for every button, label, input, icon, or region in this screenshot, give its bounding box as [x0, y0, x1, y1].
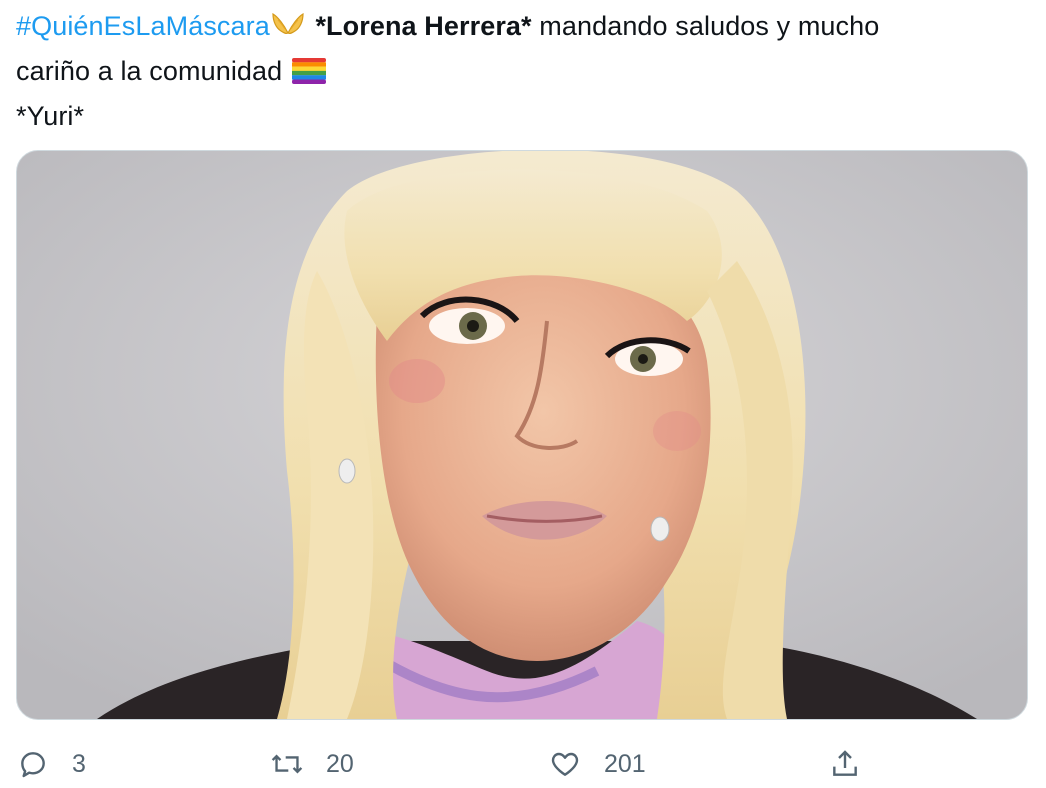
tweet-text-after-name: mandando saludos y mucho [531, 11, 880, 41]
rainbow-flag-icon [292, 55, 327, 96]
reply-count: 3 [72, 749, 86, 778]
share-icon [828, 747, 862, 781]
photo-image [17, 151, 1027, 719]
hashtag-link[interactable]: #QuiénEsLaMáscara [16, 11, 270, 41]
tweet-text-line-2-text: cariño a la comunidad [16, 56, 283, 86]
retweet-icon [270, 747, 304, 781]
tweet-bold-name: *Lorena Herrera* [315, 11, 532, 41]
tweet-text-line-3: *Yuri* [16, 101, 85, 131]
tweet-text-line-2: cariño a la comunidad [16, 51, 1026, 96]
tweet-actions: 3 20 201 [16, 740, 876, 788]
tweet-text-line-1: #QuiénEsLaMáscara *Lorena Herrera* manda… [16, 6, 1026, 51]
retweet-count: 20 [326, 749, 354, 778]
like-count: 201 [604, 749, 646, 778]
share-button[interactable] [828, 740, 862, 788]
reply-button[interactable]: 3 [16, 740, 86, 788]
butterfly-mask-emoji-icon [272, 10, 304, 51]
tweet-photo[interactable] [16, 150, 1028, 720]
like-button[interactable]: 201 [548, 740, 646, 788]
reply-icon [16, 747, 50, 781]
retweet-button[interactable]: 20 [270, 740, 354, 788]
tweet: #QuiénEsLaMáscara *Lorena Herrera* manda… [0, 0, 1046, 788]
like-icon [548, 747, 582, 781]
tweet-text: #QuiénEsLaMáscara *Lorena Herrera* manda… [16, 6, 1026, 137]
